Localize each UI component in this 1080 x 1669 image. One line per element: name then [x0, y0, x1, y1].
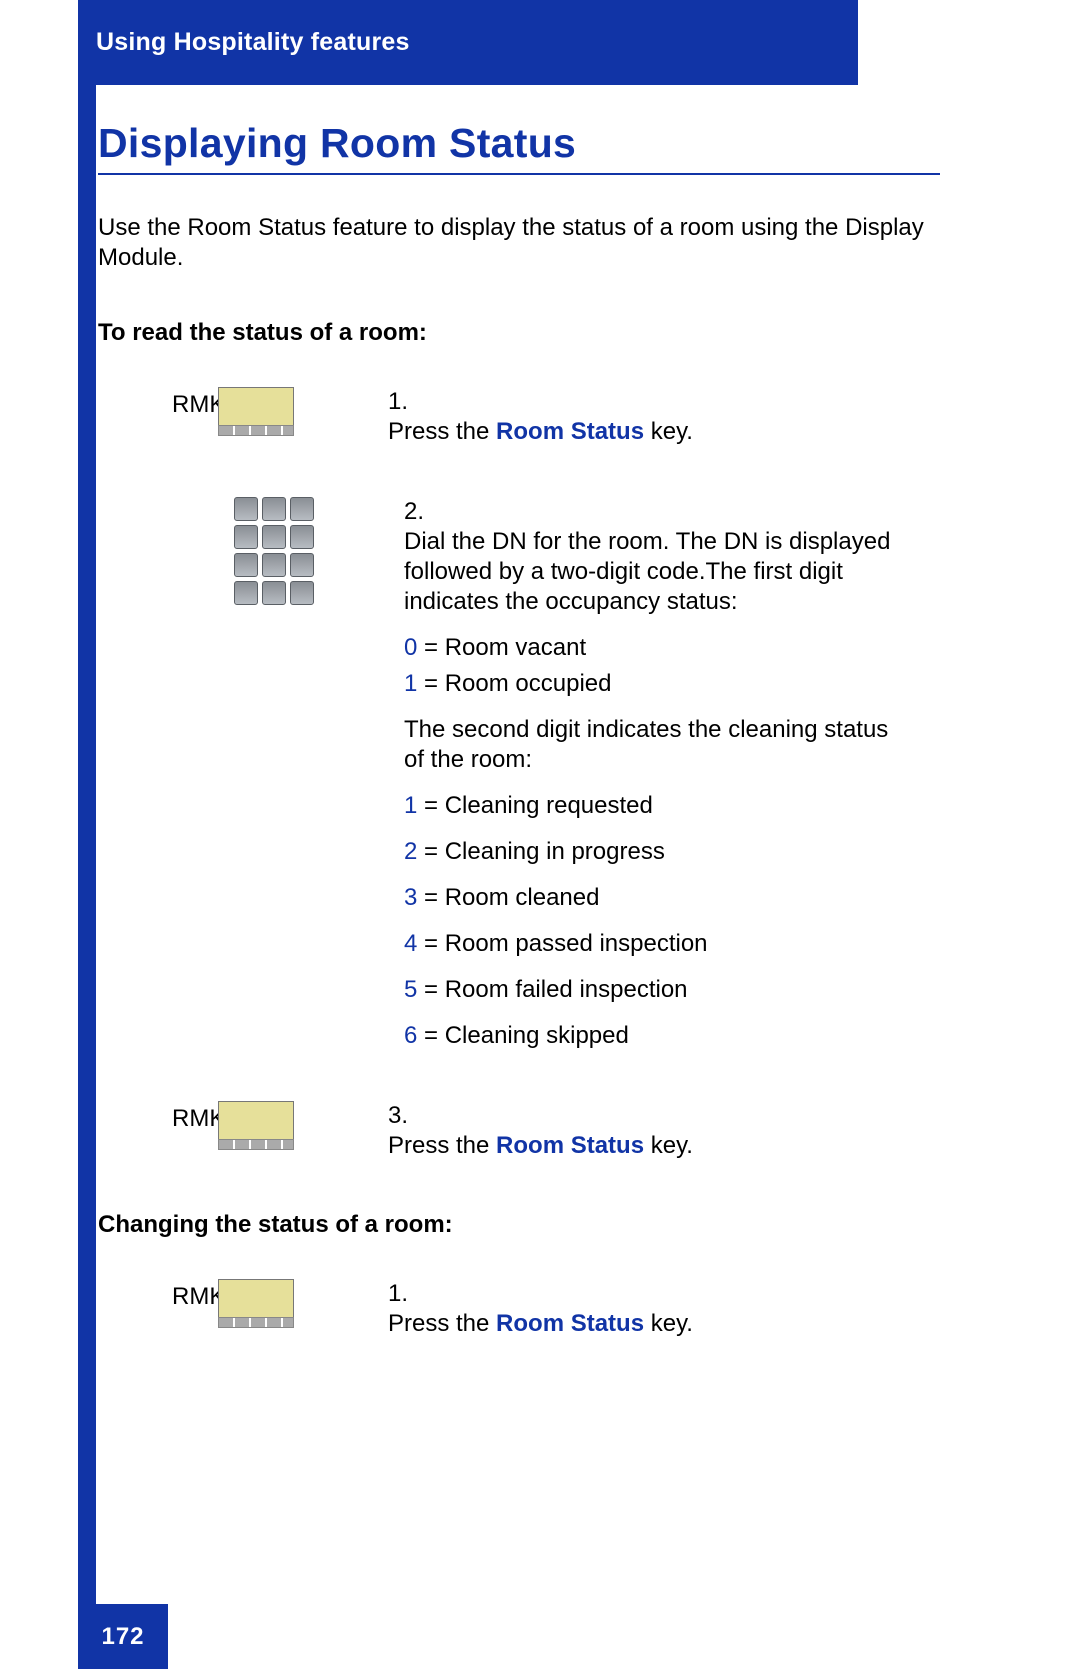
page-number: 172 — [101, 1623, 144, 1651]
change-step-1: RMK 1. Press the Room Status key. — [98, 1279, 940, 1339]
keypad-icon — [218, 497, 404, 605]
room-status-keyword: Room Status — [496, 418, 644, 445]
step-number: 2. — [404, 497, 436, 527]
read-step-1: RMK 1. Press the Room Status key. — [98, 387, 940, 447]
rmk-label: RMK — [98, 387, 218, 419]
room-status-keyword: Room Status — [496, 1132, 644, 1159]
step-text: Press the Room Status key. — [388, 1131, 904, 1161]
room-status-keyword: Room Status — [496, 1310, 644, 1337]
step-number: 1. — [388, 387, 420, 417]
rmk-label: RMK — [98, 1101, 218, 1133]
header-section-title: Using Hospitality features — [96, 28, 410, 57]
step-text: Dial the DN for the room. The DN is disp… — [404, 527, 904, 1051]
step-text: Press the Room Status key. — [388, 417, 904, 447]
intro-paragraph: Use the Room Status feature to display t… — [98, 213, 940, 273]
page-number-box: 172 — [78, 1604, 168, 1669]
page-title: Displaying Room Status — [98, 120, 940, 175]
display-module-icon — [218, 1279, 388, 1319]
step-number: 3. — [388, 1101, 420, 1131]
display-module-icon — [218, 1101, 388, 1141]
side-strip — [78, 85, 96, 1669]
display-module-icon — [218, 387, 388, 427]
step-number: 1. — [388, 1279, 420, 1309]
step-text: Press the Room Status key. — [388, 1309, 904, 1339]
subheading-read: To read the status of a room: — [98, 319, 940, 347]
page-content: Displaying Room Status Use the Room Stat… — [98, 110, 940, 1389]
read-step-3: RMK 3. Press the Room Status key. — [98, 1101, 940, 1161]
read-step-2: 2. Dial the DN for the room. The DN is d… — [98, 497, 940, 1051]
subheading-change: Changing the status of a room: — [98, 1211, 940, 1239]
rmk-label: RMK — [98, 1279, 218, 1311]
header-bar: Using Hospitality features — [78, 0, 858, 85]
